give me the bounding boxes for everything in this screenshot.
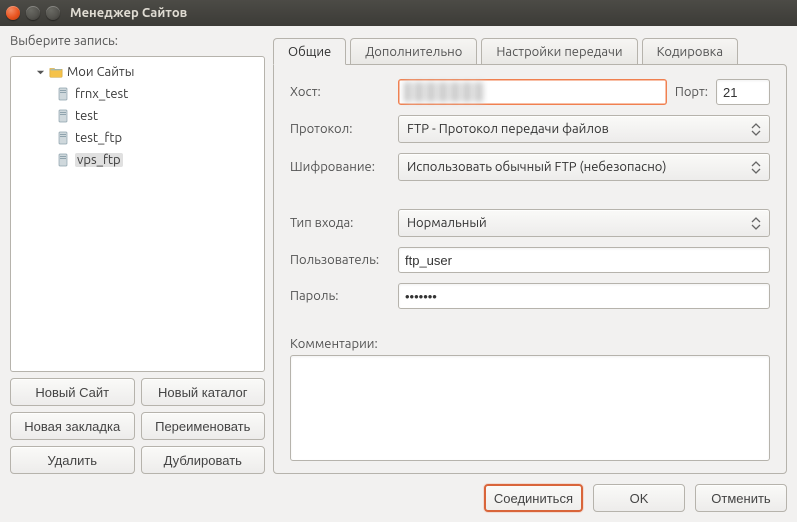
logon-type-select[interactable]: Нормальный bbox=[398, 209, 770, 237]
dialog-footer: Соединиться OK Отменить bbox=[10, 474, 787, 512]
tab-transfer[interactable]: Настройки передачи bbox=[481, 38, 637, 64]
tab-general[interactable]: Общие bbox=[273, 38, 346, 65]
window-title: Менеджер Сайтов bbox=[70, 6, 187, 20]
folder-icon bbox=[49, 65, 63, 79]
updown-icon bbox=[751, 156, 765, 178]
select-entry-label: Выберите запись: bbox=[10, 34, 265, 48]
tree-root-my-sites[interactable]: Мои Сайты bbox=[13, 61, 262, 83]
server-icon bbox=[57, 109, 71, 123]
tree-site-item[interactable]: test bbox=[13, 105, 262, 127]
connect-button[interactable]: Соединиться bbox=[484, 484, 583, 512]
encryption-label: Шифрование: bbox=[290, 160, 390, 174]
port-input[interactable] bbox=[716, 79, 770, 105]
tabs: Общие Дополнительно Настройки передачи К… bbox=[273, 34, 787, 64]
comments-textarea[interactable] bbox=[290, 355, 770, 461]
tab-charset[interactable]: Кодировка bbox=[642, 38, 738, 64]
comments-label: Комментарии: bbox=[290, 337, 770, 351]
chevron-down-icon[interactable] bbox=[35, 67, 45, 77]
password-input[interactable] bbox=[398, 283, 770, 309]
site-tree[interactable]: Мои Сайты frnx_test test bbox=[10, 56, 265, 372]
delete-button[interactable]: Удалить bbox=[10, 446, 135, 474]
tree-item-label: frnx_test bbox=[75, 87, 128, 101]
close-icon[interactable] bbox=[6, 6, 20, 20]
tree-item-label: test_ftp bbox=[75, 131, 122, 145]
tab-advanced[interactable]: Дополнительно bbox=[350, 38, 477, 64]
protocol-label: Протокол: bbox=[290, 122, 390, 136]
tree-item-label: test bbox=[75, 109, 98, 123]
encryption-value: Использовать обычный FTP (небезопасно) bbox=[407, 160, 667, 174]
updown-icon bbox=[751, 118, 765, 140]
password-label: Пароль: bbox=[290, 289, 390, 303]
user-label: Пользователь: bbox=[290, 253, 390, 267]
tree-site-item[interactable]: test_ftp bbox=[13, 127, 262, 149]
logon-type-label: Тип входа: bbox=[290, 216, 390, 230]
tree-item-label: vps_ftp bbox=[75, 153, 123, 167]
minimize-icon[interactable] bbox=[26, 6, 40, 20]
logon-type-value: Нормальный bbox=[407, 216, 487, 230]
cancel-button[interactable]: Отменить bbox=[695, 484, 787, 512]
tab-panel-general: Хост: Порт: Протокол: FTP - Протокол пер… bbox=[273, 64, 787, 474]
new-folder-button[interactable]: Новый каталог bbox=[141, 378, 266, 406]
new-site-button[interactable]: Новый Сайт bbox=[10, 378, 135, 406]
ok-button[interactable]: OK bbox=[593, 484, 685, 512]
server-icon bbox=[57, 153, 71, 167]
updown-icon bbox=[751, 212, 765, 234]
titlebar: Менеджер Сайтов bbox=[0, 0, 797, 26]
server-icon bbox=[57, 87, 71, 101]
protocol-value: FTP - Протокол передачи файлов bbox=[407, 122, 609, 136]
tree-root-label: Мои Сайты bbox=[67, 65, 134, 79]
user-input[interactable] bbox=[398, 247, 770, 273]
maximize-icon[interactable] bbox=[46, 6, 60, 20]
encryption-select[interactable]: Использовать обычный FTP (небезопасно) bbox=[398, 153, 770, 181]
host-label: Хост: bbox=[290, 85, 390, 99]
protocol-select[interactable]: FTP - Протокол передачи файлов bbox=[398, 115, 770, 143]
server-icon bbox=[57, 131, 71, 145]
tree-site-item[interactable]: vps_ftp bbox=[13, 149, 262, 171]
new-bookmark-button[interactable]: Новая закладка bbox=[10, 412, 135, 440]
tree-site-item[interactable]: frnx_test bbox=[13, 83, 262, 105]
duplicate-button[interactable]: Дублировать bbox=[141, 446, 266, 474]
host-input[interactable] bbox=[398, 79, 667, 105]
rename-button[interactable]: Переименовать bbox=[141, 412, 266, 440]
port-label: Порт: bbox=[675, 85, 708, 99]
